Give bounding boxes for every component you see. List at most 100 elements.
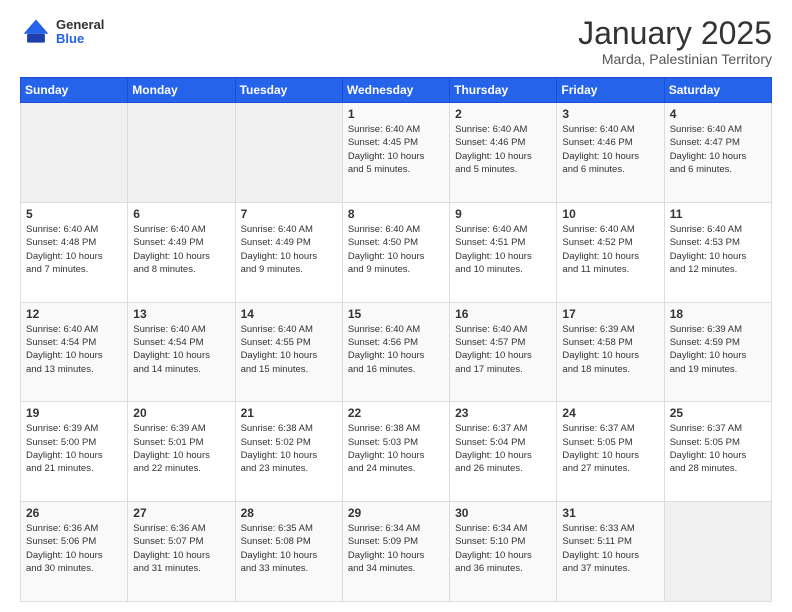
table-row	[664, 502, 771, 602]
day-info: Sunrise: 6:39 AM Sunset: 5:00 PM Dayligh…	[26, 422, 122, 475]
header-thursday: Thursday	[450, 78, 557, 103]
day-number: 20	[133, 406, 229, 420]
table-row: 7 Sunrise: 6:40 AM Sunset: 4:49 PM Daylig…	[235, 202, 342, 302]
day-info: Sunrise: 6:37 AM Sunset: 5:05 PM Dayligh…	[670, 422, 766, 475]
title-section: January 2025 Marda, Palestinian Territor…	[578, 16, 772, 67]
table-row: 4 Sunrise: 6:40 AM Sunset: 4:47 PM Daylig…	[664, 103, 771, 203]
day-info: Sunrise: 6:40 AM Sunset: 4:45 PM Dayligh…	[348, 123, 444, 176]
day-number: 23	[455, 406, 551, 420]
day-number: 1	[348, 107, 444, 121]
day-info: Sunrise: 6:34 AM Sunset: 5:09 PM Dayligh…	[348, 522, 444, 575]
day-number: 18	[670, 307, 766, 321]
calendar-table: Sunday Monday Tuesday Wednesday Thursday…	[20, 77, 772, 602]
day-info: Sunrise: 6:40 AM Sunset: 4:46 PM Dayligh…	[562, 123, 658, 176]
header-saturday: Saturday	[664, 78, 771, 103]
day-info: Sunrise: 6:40 AM Sunset: 4:46 PM Dayligh…	[455, 123, 551, 176]
table-row: 9 Sunrise: 6:40 AM Sunset: 4:51 PM Daylig…	[450, 202, 557, 302]
day-number: 26	[26, 506, 122, 520]
table-row: 24 Sunrise: 6:37 AM Sunset: 5:05 PM Dayli…	[557, 402, 664, 502]
day-number: 17	[562, 307, 658, 321]
main-title: January 2025	[578, 16, 772, 51]
table-row: 13 Sunrise: 6:40 AM Sunset: 4:54 PM Dayli…	[128, 302, 235, 402]
table-row: 25 Sunrise: 6:37 AM Sunset: 5:05 PM Dayli…	[664, 402, 771, 502]
calendar-week-row: 12Sunrise: 6:40 AM Sunset: 4:54 PM Dayli…	[21, 302, 772, 402]
table-row	[235, 103, 342, 203]
logo-general-text: General	[56, 18, 104, 32]
day-info: Sunrise: 6:33 AM Sunset: 5:11 PM Dayligh…	[562, 522, 658, 575]
day-info: Sunrise: 6:39 AM Sunset: 5:01 PM Dayligh…	[133, 422, 229, 475]
day-number: 7	[241, 207, 337, 221]
header: General Blue January 2025 Marda, Palesti…	[20, 16, 772, 67]
day-info: Sunrise: 6:40 AM Sunset: 4:53 PM Dayligh…	[670, 223, 766, 276]
day-number: 27	[133, 506, 229, 520]
day-number: 5	[26, 207, 122, 221]
table-row: 23 Sunrise: 6:37 AM Sunset: 5:04 PM Dayli…	[450, 402, 557, 502]
day-number: 15	[348, 307, 444, 321]
day-info: Sunrise: 6:37 AM Sunset: 5:05 PM Dayligh…	[562, 422, 658, 475]
day-info: Sunrise: 6:40 AM Sunset: 4:49 PM Dayligh…	[133, 223, 229, 276]
header-friday: Friday	[557, 78, 664, 103]
calendar-week-row: 19 Sunrise: 6:39 AM Sunset: 5:00 PM Dayli…	[21, 402, 772, 502]
day-info: Sunrise: 6:40 AM Sunset: 4:50 PM Dayligh…	[348, 223, 444, 276]
calendar-week-row: 1 Sunrise: 6:40 AM Sunset: 4:45 PM Daylig…	[21, 103, 772, 203]
day-info: Sunrise: 6:40 AM Sunset: 4:54 PM Dayligh…	[26, 323, 122, 376]
table-row: 19 Sunrise: 6:39 AM Sunset: 5:00 PM Dayli…	[21, 402, 128, 502]
day-info: Sunrise: 6:34 AM Sunset: 5:10 PM Dayligh…	[455, 522, 551, 575]
day-info: Sunrise: 6:37 AM Sunset: 5:04 PM Dayligh…	[455, 422, 551, 475]
table-row: 26 Sunrise: 6:36 AM Sunset: 5:06 PM Dayli…	[21, 502, 128, 602]
header-monday: Monday	[128, 78, 235, 103]
table-row: 2 Sunrise: 6:40 AM Sunset: 4:46 PM Daylig…	[450, 103, 557, 203]
weekday-header-row: Sunday Monday Tuesday Wednesday Thursday…	[21, 78, 772, 103]
day-number: 24	[562, 406, 658, 420]
table-row: 21Sunrise: 6:38 AM Sunset: 5:02 PM Dayli…	[235, 402, 342, 502]
table-row	[21, 103, 128, 203]
logo: General Blue	[20, 16, 104, 48]
header-wednesday: Wednesday	[342, 78, 449, 103]
day-number: 25	[670, 406, 766, 420]
day-number: 13	[133, 307, 229, 321]
day-number: 9	[455, 207, 551, 221]
table-row: 18Sunrise: 6:39 AM Sunset: 4:59 PM Dayli…	[664, 302, 771, 402]
table-row: 3 Sunrise: 6:40 AM Sunset: 4:46 PM Daylig…	[557, 103, 664, 203]
day-info: Sunrise: 6:39 AM Sunset: 4:58 PM Dayligh…	[562, 323, 658, 376]
day-number: 11	[670, 207, 766, 221]
table-row: 14 Sunrise: 6:40 AM Sunset: 4:55 PM Dayli…	[235, 302, 342, 402]
day-info: Sunrise: 6:40 AM Sunset: 4:56 PM Dayligh…	[348, 323, 444, 376]
day-number: 4	[670, 107, 766, 121]
day-info: Sunrise: 6:40 AM Sunset: 4:54 PM Dayligh…	[133, 323, 229, 376]
table-row: 30 Sunrise: 6:34 AM Sunset: 5:10 PM Dayli…	[450, 502, 557, 602]
day-number: 6	[133, 207, 229, 221]
day-number: 14	[241, 307, 337, 321]
day-info: Sunrise: 6:40 AM Sunset: 4:48 PM Dayligh…	[26, 223, 122, 276]
day-number: 16	[455, 307, 551, 321]
day-info: Sunrise: 6:40 AM Sunset: 4:55 PM Dayligh…	[241, 323, 337, 376]
subtitle: Marda, Palestinian Territory	[578, 51, 772, 67]
day-number: 30	[455, 506, 551, 520]
table-row: 20 Sunrise: 6:39 AM Sunset: 5:01 PM Dayli…	[128, 402, 235, 502]
logo-blue-text: Blue	[56, 32, 104, 46]
day-number: 31	[562, 506, 658, 520]
day-number: 29	[348, 506, 444, 520]
table-row	[128, 103, 235, 203]
logo-icon	[20, 16, 52, 48]
table-row: 1 Sunrise: 6:40 AM Sunset: 4:45 PM Daylig…	[342, 103, 449, 203]
calendar-week-row: 26 Sunrise: 6:36 AM Sunset: 5:06 PM Dayli…	[21, 502, 772, 602]
table-row: 22Sunrise: 6:38 AM Sunset: 5:03 PM Dayli…	[342, 402, 449, 502]
day-info: Sunrise: 6:40 AM Sunset: 4:47 PM Dayligh…	[670, 123, 766, 176]
day-info: Sunrise: 6:38 AM Sunset: 5:02 PM Dayligh…	[241, 422, 337, 475]
table-row: 29 Sunrise: 6:34 AM Sunset: 5:09 PM Dayli…	[342, 502, 449, 602]
table-row: 6 Sunrise: 6:40 AM Sunset: 4:49 PM Daylig…	[128, 202, 235, 302]
table-row: 12Sunrise: 6:40 AM Sunset: 4:54 PM Dayli…	[21, 302, 128, 402]
day-info: Sunrise: 6:35 AM Sunset: 5:08 PM Dayligh…	[241, 522, 337, 575]
day-number: 3	[562, 107, 658, 121]
day-info: Sunrise: 6:40 AM Sunset: 4:49 PM Dayligh…	[241, 223, 337, 276]
day-number: 2	[455, 107, 551, 121]
day-info: Sunrise: 6:36 AM Sunset: 5:06 PM Dayligh…	[26, 522, 122, 575]
day-number: 22	[348, 406, 444, 420]
calendar-week-row: 5 Sunrise: 6:40 AM Sunset: 4:48 PM Daylig…	[21, 202, 772, 302]
table-row: 16Sunrise: 6:40 AM Sunset: 4:57 PM Dayli…	[450, 302, 557, 402]
day-info: Sunrise: 6:40 AM Sunset: 4:51 PM Dayligh…	[455, 223, 551, 276]
day-number: 19	[26, 406, 122, 420]
table-row: 27Sunrise: 6:36 AM Sunset: 5:07 PM Dayli…	[128, 502, 235, 602]
day-number: 28	[241, 506, 337, 520]
